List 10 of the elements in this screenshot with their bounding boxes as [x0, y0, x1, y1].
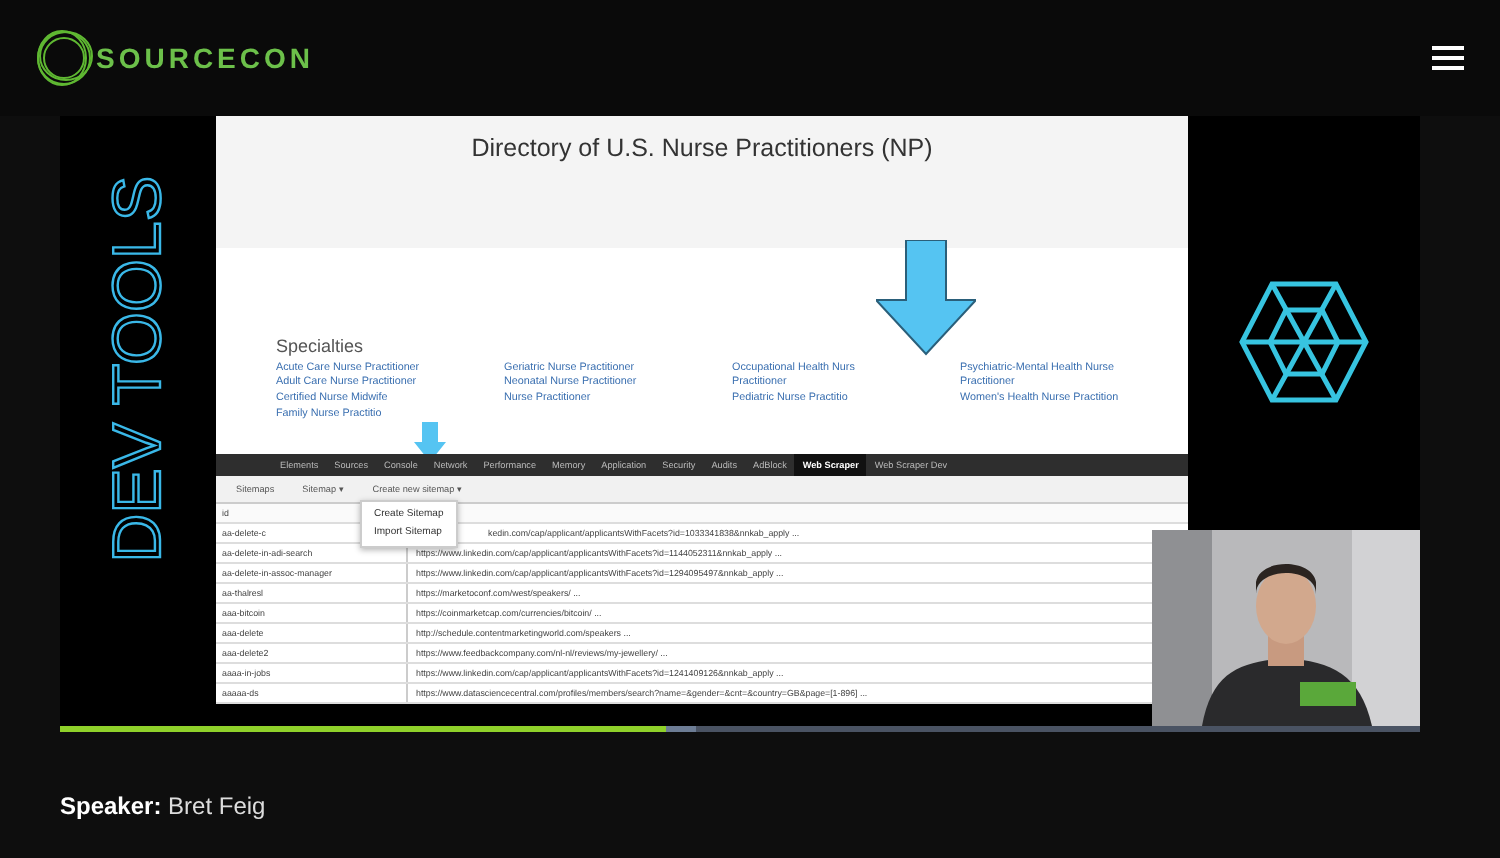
arrow-icon: [876, 239, 976, 356]
page-title: Directory of U.S. Nurse Practitioners (NP): [471, 134, 933, 166]
hexagon-web-icon: [1238, 280, 1370, 404]
slide-title: DEV TOOLS: [103, 176, 171, 563]
speaker-text: Speaker: Bret Feig: [60, 792, 268, 820]
section-heading: Specialties: [276, 335, 366, 356]
logo-text[interactable]: SOURCECON: [96, 42, 315, 74]
video-player[interactable]: [60, 116, 1420, 732]
logo-icon: [34, 28, 94, 88]
menu-icon[interactable]: [1432, 46, 1464, 70]
